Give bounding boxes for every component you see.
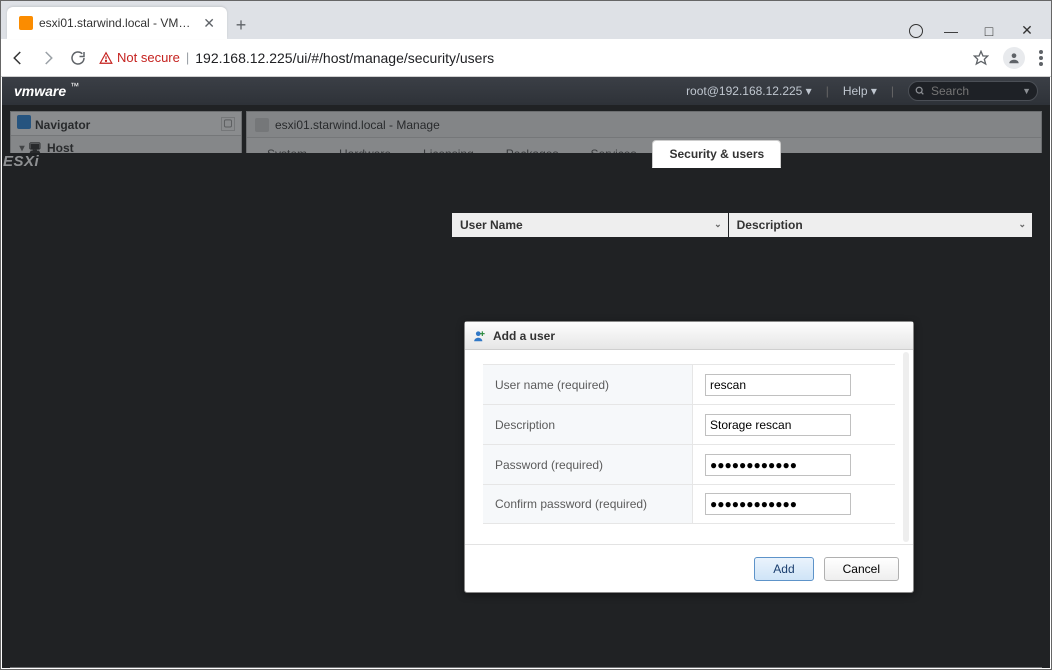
global-search[interactable]: ▼ xyxy=(908,81,1038,101)
browser-menu-icon[interactable] xyxy=(1039,50,1043,66)
dialog-title: Add a user xyxy=(465,322,913,350)
nav-back-button[interactable] xyxy=(9,49,27,67)
chevron-down-icon[interactable]: ▼ xyxy=(1022,86,1031,96)
input-username[interactable] xyxy=(705,374,851,396)
label-description: Description xyxy=(483,405,693,444)
close-tab-icon[interactable]: ✕ xyxy=(203,15,215,32)
profile-avatar-icon[interactable] xyxy=(1003,47,1025,69)
input-password[interactable] xyxy=(705,454,851,476)
favicon-icon xyxy=(19,16,33,30)
dialog-scrollbar[interactable] xyxy=(903,352,909,542)
window-minimize-button[interactable]: — xyxy=(941,23,961,39)
window-maximize-button[interactable]: □ xyxy=(979,23,999,39)
search-icon xyxy=(915,86,925,96)
input-description[interactable] xyxy=(705,414,851,436)
dialog-cancel-button[interactable]: Cancel xyxy=(824,557,899,581)
add-user-dialog: Add a user User name (required) Descript… xyxy=(464,321,914,593)
tab-title: esxi01.starwind.local - VMware E xyxy=(39,16,197,30)
window-close-button[interactable]: ✕ xyxy=(1017,22,1037,39)
url-region[interactable]: Not secure | 192.168.12.225/ui/#/host/ma… xyxy=(99,50,961,66)
browser-tab[interactable]: esxi01.starwind.local - VMware E ✕ xyxy=(7,7,227,39)
url-text: 192.168.12.225/ui/#/host/manage/security… xyxy=(195,50,494,66)
bookmark-star-icon[interactable] xyxy=(973,50,989,66)
tab-security-users[interactable]: Security & users xyxy=(652,140,781,168)
new-tab-button[interactable]: + xyxy=(227,11,255,39)
not-secure-label: Not secure xyxy=(117,50,180,65)
nav-forward-button[interactable] xyxy=(39,49,57,67)
sort-chevron-icon: ⌄ xyxy=(714,219,722,230)
add-user-icon xyxy=(473,329,487,343)
warning-triangle-icon xyxy=(99,51,113,65)
col-description[interactable]: Description⌄ xyxy=(728,213,1032,238)
topbar-help[interactable]: Help ▾ xyxy=(843,84,877,98)
sort-chevron-icon: ⌄ xyxy=(1018,219,1026,230)
label-confirm-password: Confirm password (required) xyxy=(483,485,693,523)
browser-addressbar: Not secure | 192.168.12.225/ui/#/host/ma… xyxy=(1,39,1051,77)
not-secure-indicator[interactable]: Not secure xyxy=(99,50,180,65)
nav-reload-button[interactable] xyxy=(69,49,87,67)
dialog-add-button[interactable]: Add xyxy=(754,557,813,581)
label-username: User name (required) xyxy=(483,365,693,404)
esxi-topbar: vmware ESXi ™ root@192.168.12.225 ▾ | He… xyxy=(2,77,1050,105)
topbar-user[interactable]: root@192.168.12.225 ▾ xyxy=(686,84,812,98)
input-confirm-password[interactable] xyxy=(705,493,851,515)
col-username[interactable]: User Name⌄ xyxy=(452,213,729,238)
global-search-input[interactable] xyxy=(929,83,1009,99)
incognito-icon xyxy=(909,24,923,38)
browser-tabbar: esxi01.starwind.local - VMware E ✕ + — □… xyxy=(1,1,1051,39)
esxi-app: vmware ESXi ™ root@192.168.12.225 ▾ | He… xyxy=(2,77,1050,668)
brand: vmware ESXi ™ xyxy=(14,83,79,99)
label-password: Password (required) xyxy=(483,445,693,484)
